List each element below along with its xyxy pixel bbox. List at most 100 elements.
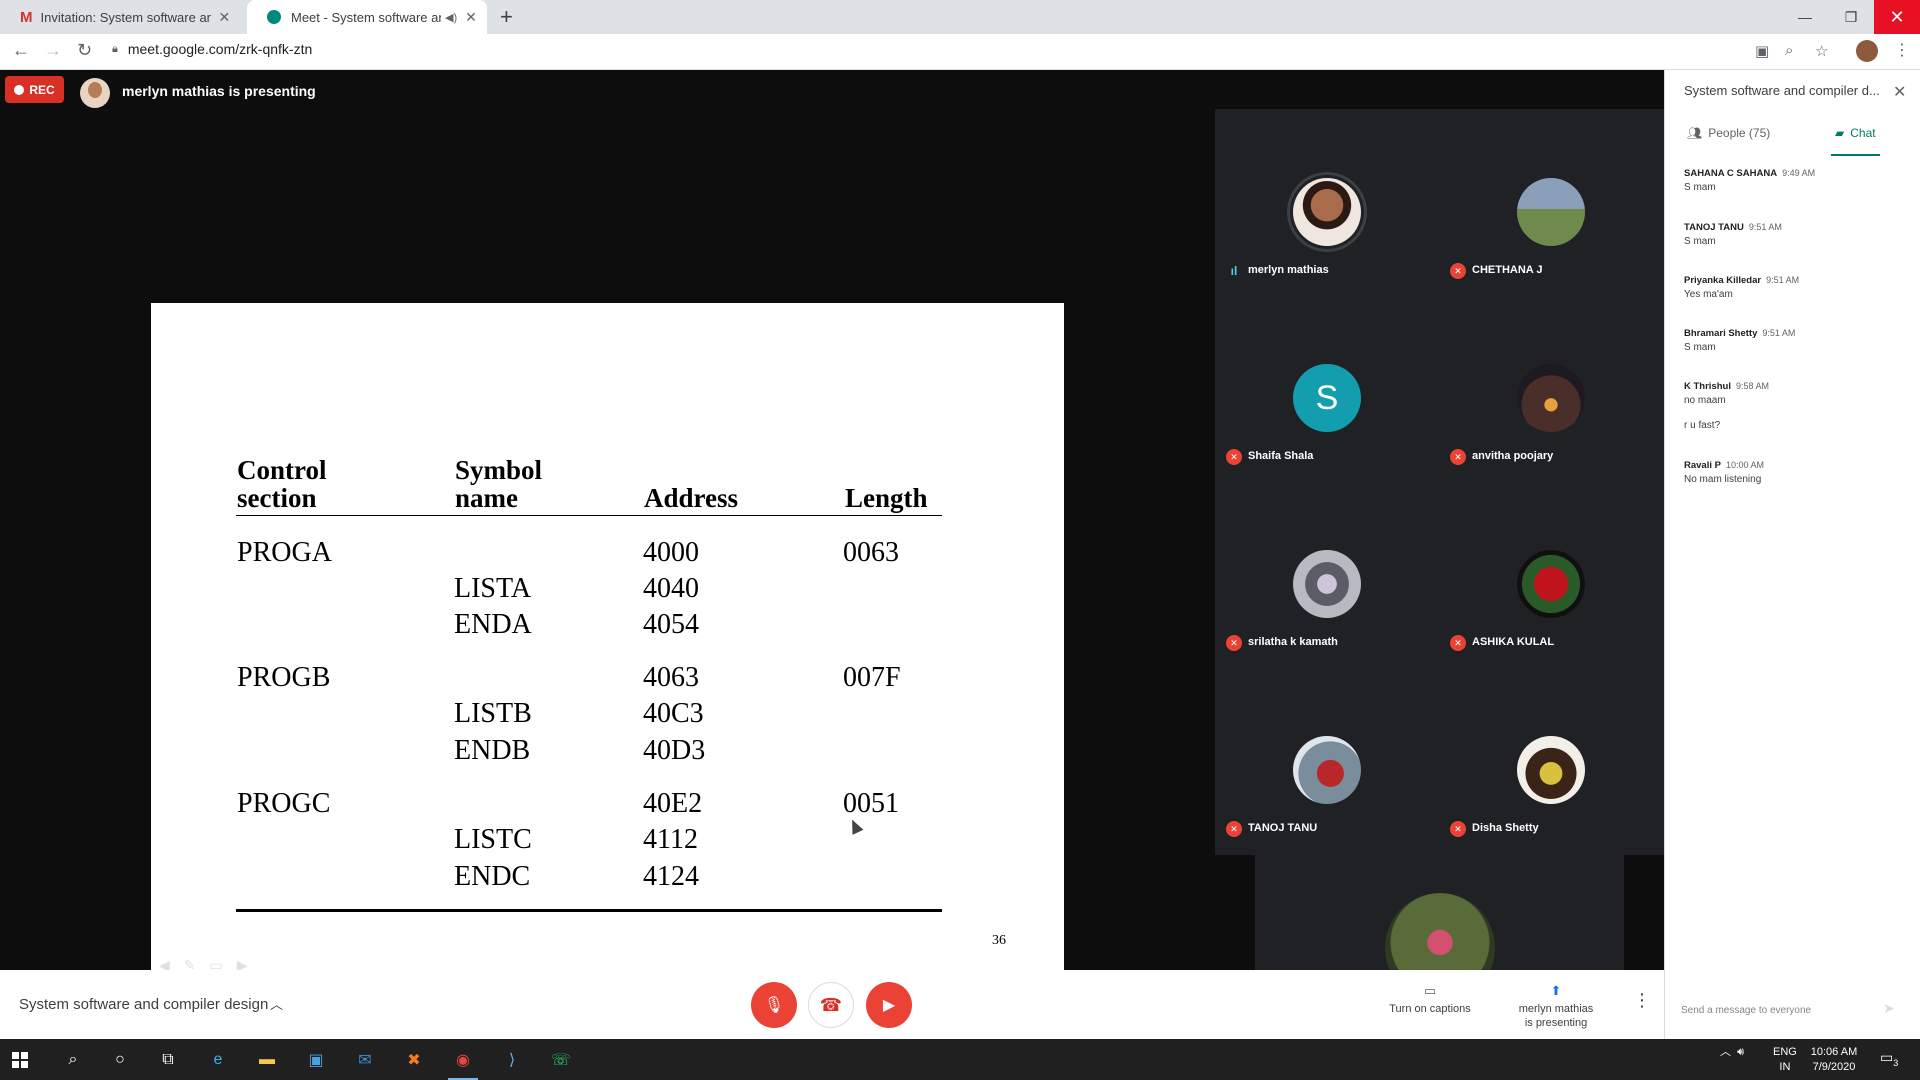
task-view-icon[interactable]: ⧉ (155, 1047, 181, 1073)
cell-address: 4112 (643, 824, 698, 855)
browser-tab-gmail[interactable]: M Invitation: System software and c ✕ (0, 0, 245, 34)
header-line: name (455, 483, 518, 513)
cell-address: 40E2 (643, 788, 703, 819)
chat-message: Bhramari Shetty 9:51 AM S mam (1684, 328, 1904, 353)
present-button[interactable]: ⬆ merlyn mathias is presenting (1506, 984, 1606, 1030)
message-time: 9:51 AM (1748, 222, 1782, 232)
close-icon[interactable]: ✕ (1893, 82, 1906, 102)
lang-code: ENG (1773, 1046, 1797, 1058)
cell-symbol: LISTB (454, 698, 532, 729)
participant-tile[interactable]: ✕ CHETHANA J (1439, 151, 1663, 337)
windows-start-icon[interactable] (11, 1051, 29, 1069)
browser-menu-icon[interactable]: ⋮ (1894, 40, 1910, 60)
forward-arrow-icon[interactable]: → (44, 40, 62, 61)
back-arrow-icon[interactable]: ← (12, 40, 30, 61)
edge-icon[interactable]: e (205, 1047, 231, 1073)
participant-tile[interactable]: ✕ ASHIKA KULAL (1439, 523, 1663, 709)
avatar: S (1293, 364, 1361, 432)
whatsapp-icon[interactable]: ☏ (548, 1047, 574, 1073)
cell-control: PROGC (237, 788, 331, 819)
self-view-tile[interactable] (1255, 855, 1624, 970)
participant-tile[interactable]: ✕ anvitha poojary (1439, 337, 1663, 523)
avatar (1385, 893, 1495, 970)
cell-address: 4063 (643, 662, 699, 693)
chat-message-input[interactable]: Send a message to everyone (1681, 1005, 1901, 1016)
cell-address: 40D3 (643, 735, 706, 766)
message-sender: K Thrishul (1684, 381, 1731, 392)
participant-tile[interactable]: ✕ srilatha k kamath (1215, 523, 1439, 709)
url-field[interactable]: 🔒︎ meet.google.com/zrk-qnfk-ztn (112, 41, 312, 57)
cell-address: 4054 (643, 609, 699, 640)
close-icon[interactable]: ✕ (465, 9, 477, 26)
presenting-label: merlyn mathias is presenting (122, 83, 316, 99)
avatar (1517, 550, 1585, 618)
code-editor-icon[interactable]: ⟩ (499, 1047, 525, 1073)
browser-tab-meet[interactable]: Meet - System software and ◀) ✕ (247, 0, 487, 34)
rec-label: REC (29, 82, 55, 97)
profile-avatar[interactable] (1856, 40, 1878, 62)
presentation-slide: Control section Symbol name Address Leng… (151, 303, 1064, 987)
cortana-icon[interactable]: ○ (107, 1047, 133, 1073)
mail-icon[interactable]: ✉ (352, 1047, 378, 1073)
xampp-icon[interactable]: ✖ (401, 1047, 427, 1073)
tab-chat[interactable]: ▰ Chat (1831, 126, 1880, 156)
camera-off-icon: ▶︎ (882, 997, 896, 1014)
chat-side-panel: System software and compiler d... ✕ 👥︎ P… (1664, 70, 1920, 1039)
more-options-icon[interactable]: ⋮ (1633, 990, 1651, 1011)
reload-icon[interactable]: ↻ (77, 40, 92, 61)
store-icon[interactable]: ▣ (303, 1047, 329, 1073)
tab-people[interactable]: 👥︎ People (75) (1687, 126, 1770, 156)
mic-toggle-button[interactable]: 🎙︎ (751, 982, 797, 1028)
close-icon[interactable]: ✕ (219, 9, 231, 26)
camera-blocked-icon[interactable]: ▣ (1755, 42, 1769, 60)
message-text: Yes ma'am (1684, 289, 1733, 300)
camera-toggle-button[interactable]: ▶︎ (866, 982, 912, 1028)
taskbar-clock[interactable]: 10:06 AM 7/9/2020 (1804, 1045, 1864, 1075)
header-length: Length (845, 483, 928, 513)
participant-name: anvitha poojary (1472, 450, 1554, 462)
cell-symbol: ENDA (454, 609, 532, 640)
message-time: 9:51 AM (1762, 328, 1796, 338)
language-indicator[interactable]: ENG IN (1773, 1045, 1797, 1075)
new-tab-button[interactable]: + (500, 4, 513, 30)
restore-button[interactable]: ❐ (1828, 0, 1874, 34)
bookmark-star-icon[interactable]: ☆ (1815, 42, 1828, 60)
send-icon[interactable]: ➤ (1883, 1000, 1895, 1017)
tab-title: Invitation: System software and c (40, 9, 211, 25)
captions-label: Turn on captions (1389, 1003, 1471, 1015)
file-explorer-icon[interactable]: ▬ (254, 1047, 280, 1073)
captions-button[interactable]: ▭ Turn on captions (1380, 984, 1480, 1016)
search-icon[interactable]: ⌕ (60, 1047, 86, 1073)
chat-icon: ▰ (1835, 126, 1845, 140)
participant-name: merlyn mathias (1248, 264, 1329, 276)
avatar (1293, 736, 1361, 804)
system-tray-icons[interactable]: ︿ 🔊︎ (1720, 1043, 1744, 1059)
header-symbol-name: Symbol name (455, 456, 542, 512)
participant-tile[interactable]: S ✕ Shaifa Shala (1215, 337, 1439, 523)
cell-address: 4000 (643, 537, 699, 568)
notification-center-icon[interactable]: ▭3 (1880, 1049, 1898, 1068)
meeting-title[interactable]: System software and compiler design (19, 996, 268, 1013)
participant-tile[interactable]: ıl merlyn mathias (1215, 151, 1439, 337)
cell-address: 4124 (643, 861, 699, 892)
chrome-icon[interactable]: ◉ (450, 1047, 476, 1073)
message-text: S mam (1684, 342, 1716, 353)
message-text: S mam (1684, 182, 1716, 193)
leave-call-button[interactable]: ☎︎ (808, 982, 854, 1028)
zoom-icon[interactable]: ⌕ (1785, 42, 1793, 59)
url-text[interactable]: meet.google.com/zrk-qnfk-ztn (128, 41, 312, 57)
minimize-button[interactable]: — (1782, 0, 1828, 34)
mic-off-icon: ✕ (1226, 635, 1242, 651)
recording-badge: REC (5, 76, 64, 103)
participant-name: CHETHANA J (1472, 264, 1543, 276)
chat-message: Priyanka Killedar 9:51 AM Yes ma'am (1684, 275, 1904, 300)
chat-message: K Thrishul 9:58 AM no maam r u fast? (1684, 381, 1904, 431)
speaker-icon[interactable]: ◀) (445, 11, 457, 24)
chevron-up-icon[interactable]: ︿ (270, 994, 283, 1013)
slide-page-number: 36 (992, 933, 1006, 948)
chat-message: Ravali P 10:00 AM No mam listening (1684, 460, 1904, 485)
present-label-line: merlyn mathias (1518, 1003, 1594, 1015)
close-window-button[interactable]: ✕ (1874, 0, 1920, 34)
header-line: Symbol (455, 455, 543, 485)
participant-name: TANOJ TANU (1248, 822, 1318, 834)
